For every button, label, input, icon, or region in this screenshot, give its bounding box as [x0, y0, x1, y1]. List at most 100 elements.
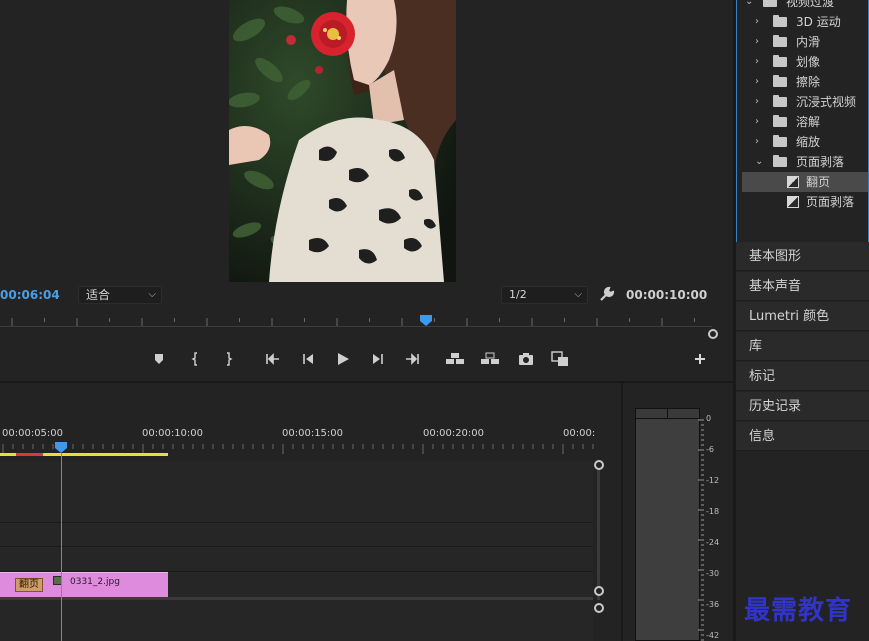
folder-icon	[773, 15, 787, 27]
tree-folder-page-peel[interactable]: ⌄ 页面剥落	[737, 152, 868, 172]
scrollbar-handle-audio[interactable]	[594, 603, 604, 613]
folder-icon	[773, 135, 787, 147]
chevron-down-icon[interactable]: ⌄	[745, 0, 753, 12]
chevron-right-icon[interactable]: ›	[755, 112, 759, 132]
panel-tab-lumetri-color[interactable]: Lumetri 颜色	[736, 302, 869, 331]
db-label: -12	[706, 476, 720, 485]
db-label: -6	[706, 445, 714, 454]
chevron-down-icon: ⌵	[148, 289, 156, 300]
tree-item-label: 翻页	[806, 175, 831, 189]
zoom-level-select[interactable]: 适合 ⌵	[78, 286, 162, 304]
timeline-playhead[interactable]	[55, 442, 67, 453]
step-back-icon	[303, 354, 313, 364]
tree-folder-label: 沉浸式视频	[796, 95, 857, 109]
folder-icon	[773, 115, 787, 127]
ruler-label: 00:00:10:00	[142, 428, 204, 439]
mark-out-icon	[227, 352, 233, 366]
play-button[interactable]	[333, 349, 353, 369]
scrollbar-handle-bottom[interactable]	[594, 586, 604, 596]
current-timecode[interactable]: 00:06:04	[0, 288, 60, 302]
marker-icon	[155, 354, 163, 364]
timeline-panel: 00:00:05:00 00:00:10:00 00:00:15:00 00:0…	[0, 383, 615, 641]
tree-folder[interactable]: › 3D 运动	[737, 12, 868, 32]
monitor-playhead[interactable]	[420, 315, 432, 326]
chevron-down-icon[interactable]: ⌄	[755, 152, 763, 172]
mark-out-button[interactable]	[218, 349, 238, 369]
audio-track-a1[interactable]	[0, 600, 593, 641]
tree-item-page-turn[interactable]: 翻页	[742, 172, 868, 192]
panel-tab-libraries[interactable]: 库	[736, 332, 869, 361]
monitor-scrub-track	[0, 326, 712, 327]
go-to-out-icon	[406, 353, 419, 365]
panel-tab-history[interactable]: 历史记录	[736, 392, 869, 421]
playhead-line	[61, 453, 62, 641]
db-label: -30	[706, 569, 720, 578]
button-editor-button[interactable]	[690, 349, 710, 369]
chevron-right-icon[interactable]: ›	[755, 12, 759, 32]
comparison-view-button[interactable]	[550, 349, 570, 369]
mark-in-button[interactable]	[186, 349, 206, 369]
chevron-right-icon[interactable]: ›	[755, 92, 759, 112]
tree-folder-label: 内滑	[796, 35, 821, 49]
zoom-scroll-handle[interactable]	[708, 329, 718, 339]
vertical-scrollbar[interactable]	[597, 465, 600, 600]
panel-tab-essential-graphics[interactable]: 基本图形	[736, 242, 869, 271]
play-icon	[338, 353, 349, 365]
playback-resolution-select[interactable]: 1/2 ⌵	[501, 286, 588, 304]
render-status-bar	[16, 453, 43, 456]
step-back-button[interactable]	[298, 349, 318, 369]
tree-folder[interactable]: › 缩放	[737, 132, 868, 152]
step-forward-button[interactable]	[368, 349, 388, 369]
meter-channel-divider	[667, 408, 668, 419]
folder-icon	[773, 35, 787, 47]
tree-item-page-peel[interactable]: 页面剥落	[737, 192, 868, 212]
video-preview[interactable]	[229, 0, 456, 282]
step-forward-icon	[373, 354, 383, 364]
panel-tab-markers[interactable]: 标记	[736, 362, 869, 391]
lift-button[interactable]	[445, 349, 465, 369]
scrollbar-handle-top[interactable]	[594, 460, 604, 470]
transition-effect-icon	[787, 176, 799, 188]
transport-controls	[0, 345, 733, 373]
tree-folder-label: 缩放	[796, 135, 821, 149]
video-track-v3[interactable]	[0, 461, 593, 522]
meter-scale	[698, 419, 704, 641]
comparison-icon	[551, 351, 568, 366]
clip-name: 0331_2.jpg	[70, 577, 120, 587]
ruler-label: 00:00:20:00	[423, 428, 485, 439]
video-track-v1-upper[interactable]	[0, 547, 593, 571]
go-to-in-button[interactable]	[263, 349, 283, 369]
transition-effect-icon	[787, 196, 799, 208]
chevron-right-icon[interactable]: ›	[755, 32, 759, 52]
panel-tab-essential-sound[interactable]: 基本声音	[736, 272, 869, 301]
tree-folder-video-transitions[interactable]: ⌄ 视频过渡	[737, 0, 868, 12]
program-monitor: 00:06:04 适合 ⌵ 1/2 ⌵ 00:00:10:00	[0, 0, 733, 381]
panel-tab-info[interactable]: 信息	[736, 422, 869, 451]
tree-folder-label: 3D 运动	[796, 15, 841, 29]
plus-icon	[695, 354, 705, 364]
video-track-v2[interactable]	[0, 523, 593, 546]
lift-icon	[446, 353, 464, 364]
tree-folder[interactable]: › 擦除	[737, 72, 868, 92]
duration-timecode: 00:00:10:00	[626, 288, 708, 302]
go-to-out-button[interactable]	[402, 349, 422, 369]
transition-clip[interactable]: 翻页	[15, 578, 43, 592]
tree-folder[interactable]: › 内滑	[737, 32, 868, 52]
monitor-time-ruler[interactable]	[0, 312, 720, 338]
wrench-icon[interactable]	[598, 285, 616, 303]
audio-meter-panel: 0 -6 -12 -18 -24 -30 -36 -42	[621, 383, 733, 641]
chevron-down-icon: ⌵	[574, 289, 582, 300]
export-frame-button[interactable]	[516, 349, 536, 369]
tree-folder[interactable]: › 溶解	[737, 112, 868, 132]
add-marker-button[interactable]	[149, 349, 169, 369]
tree-folder-label: 划像	[796, 55, 821, 69]
mark-in-icon	[191, 352, 197, 366]
chevron-right-icon[interactable]: ›	[755, 132, 759, 152]
chevron-right-icon[interactable]: ›	[755, 52, 759, 72]
monitor-control-bar: 00:06:04 适合 ⌵ 1/2 ⌵ 00:00:10:00	[0, 284, 733, 306]
tree-folder[interactable]: › 划像	[737, 52, 868, 72]
tree-folder[interactable]: › 沉浸式视频	[737, 92, 868, 112]
ruler-label: 00:00:	[563, 428, 596, 439]
chevron-right-icon[interactable]: ›	[755, 72, 759, 92]
extract-button[interactable]	[480, 349, 500, 369]
